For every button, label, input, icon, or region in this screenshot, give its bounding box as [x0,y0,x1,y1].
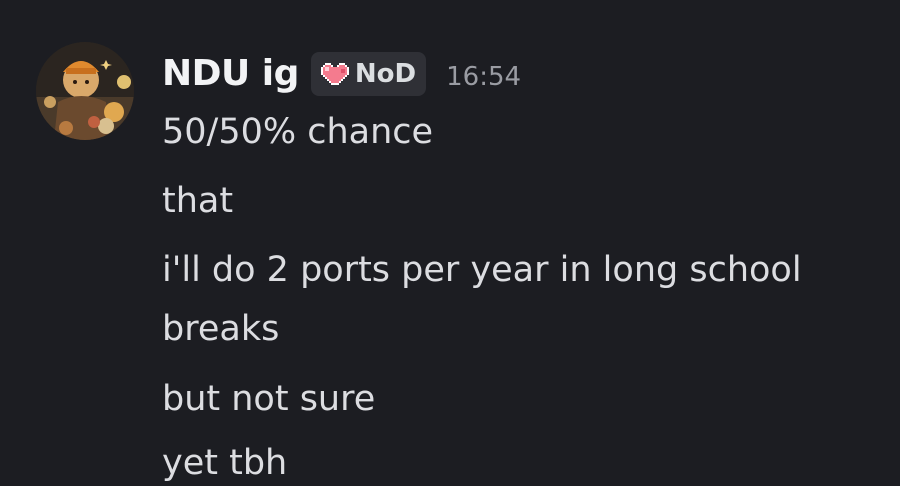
message-line: i'll do 2 ports per year in long school [162,250,802,290]
message-line: but not sure [162,379,376,419]
user-avatar[interactable] [36,42,134,140]
message-header: NDU ig NoD 16:54 [162,51,521,97]
message-line: that [162,181,234,221]
chat-message: NDU ig NoD 16:54 50/50% chance that i'll… [0,0,900,483]
username[interactable]: NDU ig [162,51,299,97]
message-timestamp[interactable]: 16:54 [446,48,521,100]
message-line: breaks [162,309,280,349]
message-line: yet tbh [162,443,288,483]
message-line: 50/50% chance [162,112,434,152]
server-tag-label: NoD [354,59,417,89]
avatar-image [36,42,134,140]
pixel-heart-icon [320,63,349,85]
server-tag-badge[interactable]: NoD [310,52,427,96]
